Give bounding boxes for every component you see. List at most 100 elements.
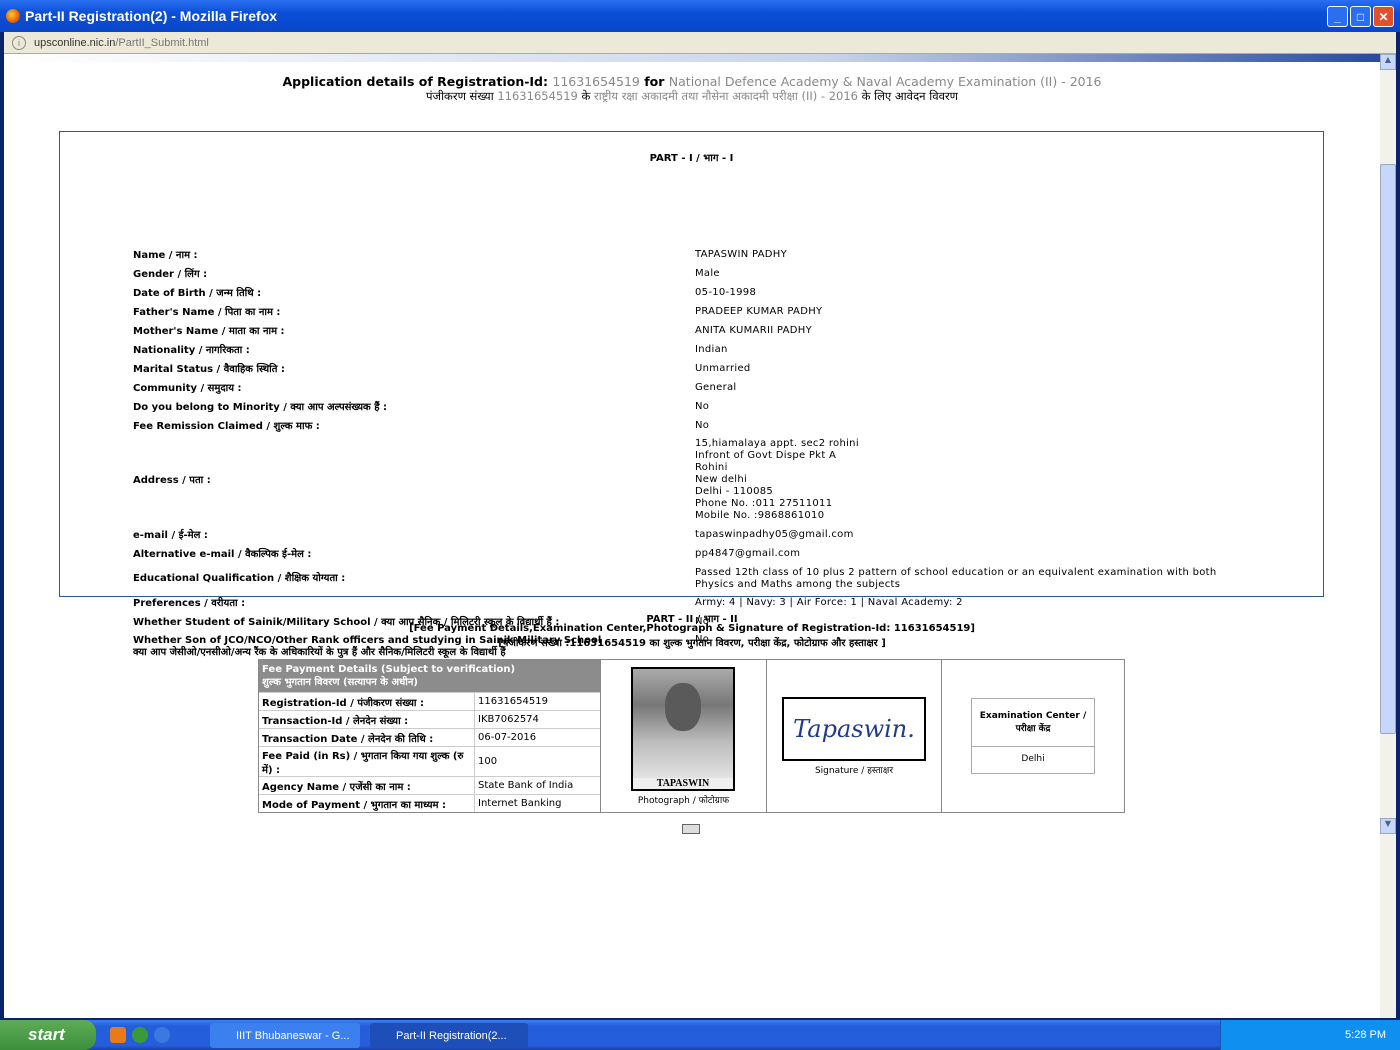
field-value: PRADEEP KUMAR PADHY xyxy=(695,306,823,317)
fee-header-hi: शुल्क भुगतान विवरण (सत्यापन के अधीन) xyxy=(262,677,418,688)
title-reg-id: 11631654519 xyxy=(552,74,640,89)
fee-label: Registration-Id / पंजीकरण संख्या : xyxy=(259,693,475,710)
scroll-up-button[interactable]: ▲ xyxy=(1380,54,1396,70)
field-label: Father's Name / पिता का नाम : xyxy=(133,307,281,318)
fee-label: Mode of Payment / भुगतान का माध्यम : xyxy=(259,795,475,812)
field-label: Educational Qualification / शैक्षिक योग्… xyxy=(133,573,346,584)
page-title: Application details of Registration-Id: … xyxy=(4,74,1380,89)
taskbar: start IIIT Bhubaneswar - G... Part-II Re… xyxy=(0,1020,1400,1050)
field-label: Name / नाम : xyxy=(133,250,198,261)
field-label: Preferences / वरीयता : xyxy=(133,598,246,609)
part2-line1: [Fee Payment Details,Examination Center,… xyxy=(409,623,975,634)
exam-center-value: Delhi xyxy=(1021,754,1045,764)
ie-icon[interactable] xyxy=(154,1027,170,1043)
start-label: start xyxy=(28,1025,65,1044)
field-label: Alternative e-mail / वैकल्पिक ई-मेल : xyxy=(133,549,312,560)
vertical-scrollbar[interactable]: ▲ ▼ xyxy=(1380,54,1396,1018)
fee-value: 100 xyxy=(478,756,498,767)
fee-label: Transaction-Id / लेनदेन संख्या : xyxy=(259,711,475,728)
fee-row: Agency Name / एजेंसी का नाम : State Bank … xyxy=(259,776,600,794)
field-value: General xyxy=(695,382,737,393)
fee-header: Fee Payment Details (Subject to verifica… xyxy=(259,660,600,692)
field-label: Nationality / नागरिकता : xyxy=(133,345,250,356)
field-value: tapaswinpadhy05@gmail.com xyxy=(695,529,854,540)
field-value: pp4847@gmail.com xyxy=(695,548,801,559)
field-value: Indian xyxy=(695,344,728,355)
field-value: ANITA KUMARII PADHY xyxy=(695,325,812,336)
address-bar[interactable]: i upsconline.nic.in/PartII_Submit.html xyxy=(4,32,1396,54)
signature-label: Signature / हस्ताक्षर xyxy=(814,766,894,776)
hi-exam: राष्ट्रीय रक्षा अकादमी तथा नौसेना अकादमी… xyxy=(594,89,858,103)
print-icon[interactable] xyxy=(682,824,700,834)
field-value: Army: 4 | Navy: 3 | Air Force: 1 | Naval… xyxy=(695,597,963,608)
fee-row: Transaction Date / लेनदेन की तिथि :06-07… xyxy=(259,728,600,746)
field-value: No xyxy=(695,401,710,412)
fee-header-en: Fee Payment Details (Subject to verifica… xyxy=(262,664,516,675)
minimize-button[interactable]: _ xyxy=(1327,6,1348,27)
quicklaunch-icon[interactable] xyxy=(110,1027,126,1043)
field-value: 15,hiamalaya appt. sec2 rohini Infront o… xyxy=(695,438,859,521)
fee-value: 06-07-2016 xyxy=(478,732,537,743)
title-exam: National Defence Academy & Naval Academy… xyxy=(668,74,1102,89)
window-titlebar: Part-II Registration(2) - Mozilla Firefo… xyxy=(0,0,1400,32)
field-value: Unmarried xyxy=(695,363,751,374)
field-value: No xyxy=(695,420,710,431)
maximize-button[interactable]: □ xyxy=(1350,6,1371,27)
hi-suffix: के लिए आवेदन विवरण xyxy=(861,89,958,103)
field-value: Male xyxy=(695,268,720,279)
field-label: Gender / लिंग : xyxy=(133,269,208,280)
window-title: Part-II Registration(2) - Mozilla Firefo… xyxy=(25,8,278,24)
field-label: Address / पता : xyxy=(133,475,211,486)
fee-row: Transaction-Id / लेनदेन संख्या : IKB70625… xyxy=(259,710,600,728)
exam-center-cell: Examination Center / परीक्षा केंद्र Delh… xyxy=(942,660,1124,812)
fee-details: Fee Payment Details (Subject to verifica… xyxy=(259,660,601,812)
fee-value: Internet Banking xyxy=(478,798,562,809)
fee-label: Fee Paid (in Rs) / भुगतान किया गया शुल्क… xyxy=(259,747,475,776)
fee-value: State Bank of India xyxy=(478,780,574,791)
field-value: TAPASWIN PADHY xyxy=(695,249,788,260)
chrome-icon[interactable] xyxy=(132,1027,148,1043)
exam-center-label: Examination Center / परीक्षा केंद्र xyxy=(972,699,1094,747)
close-button[interactable]: ✕ xyxy=(1373,6,1394,27)
photo-label: Photograph / फोटोग्राफ xyxy=(637,796,730,806)
field-label: Community / समुदाय : xyxy=(133,383,242,394)
clock: 5:28 PM xyxy=(1345,1029,1386,1041)
hi-prefix: पंजीकरण संख्या xyxy=(426,89,494,103)
start-button[interactable]: start xyxy=(0,1020,96,1050)
system-tray: 5:28 PM xyxy=(1220,1020,1400,1050)
field-label: Fee Remission Claimed / शुल्क माफ : xyxy=(133,421,320,432)
page-content: Application details of Registration-Id: … xyxy=(4,54,1380,1018)
part2-table: Fee Payment Details (Subject to verifica… xyxy=(258,659,1125,813)
fee-value: 11631654519 xyxy=(478,696,548,707)
url-host: upsconline.nic.in xyxy=(34,36,116,49)
part2-line2: [पंजीकरण संख्या :11631654519 का शुल्क भु… xyxy=(498,638,886,649)
page-subtitle-hindi: पंजीकरण संख्या 11631654519 के राष्ट्रीय … xyxy=(4,89,1380,104)
field-label: Do you belong to Minority / क्या आप अल्प… xyxy=(133,402,387,413)
field-value: Passed 12th class of 10 plus 2 pattern o… xyxy=(695,567,1217,590)
field-label: Date of Birth / जन्म तिथि : xyxy=(133,288,262,299)
title-prefix: Application details of Registration-Id: xyxy=(282,74,549,89)
part1-title: PART - I / भाग - I xyxy=(649,153,734,164)
field-label: Mother's Name / माता का नाम : xyxy=(133,326,285,337)
task-button-2[interactable]: Part-II Registration(2... xyxy=(370,1023,528,1048)
scroll-thumb[interactable] xyxy=(1380,164,1396,734)
url-path: /PartII_Submit.html xyxy=(115,36,209,49)
scroll-down-button[interactable]: ▼ xyxy=(1380,818,1396,834)
signature-image: Tapaswin. xyxy=(782,697,926,761)
hi-reg-id: 11631654519 xyxy=(497,89,578,103)
photo-caption: TAPASWIN xyxy=(633,778,733,789)
candidate-photo: TAPASWIN xyxy=(631,667,735,791)
info-icon[interactable]: i xyxy=(12,35,26,50)
field-label: Marital Status / वैवाहिक स्थिति : xyxy=(133,364,285,375)
hi-ke: के xyxy=(581,89,591,103)
fee-row: Mode of Payment / भुगतान का माध्यम : Inte… xyxy=(259,794,600,812)
fee-label: Agency Name / एजेंसी का नाम : xyxy=(259,777,475,794)
fee-row: Fee Paid (in Rs) / भुगतान किया गया शुल्क… xyxy=(259,746,600,776)
exam-center-box: Examination Center / परीक्षा केंद्र Delh… xyxy=(971,698,1095,774)
field-value: 05-10-1998 xyxy=(695,287,757,298)
firefox-icon xyxy=(6,9,20,23)
task-button-1[interactable]: IIIT Bhubaneswar - G... xyxy=(210,1023,360,1048)
signature-cell: Tapaswin. Signature / हस्ताक्षर xyxy=(767,660,942,812)
header-strip xyxy=(4,54,1380,62)
photo-cell: TAPASWIN Photograph / फोटोग्राफ xyxy=(601,660,767,812)
